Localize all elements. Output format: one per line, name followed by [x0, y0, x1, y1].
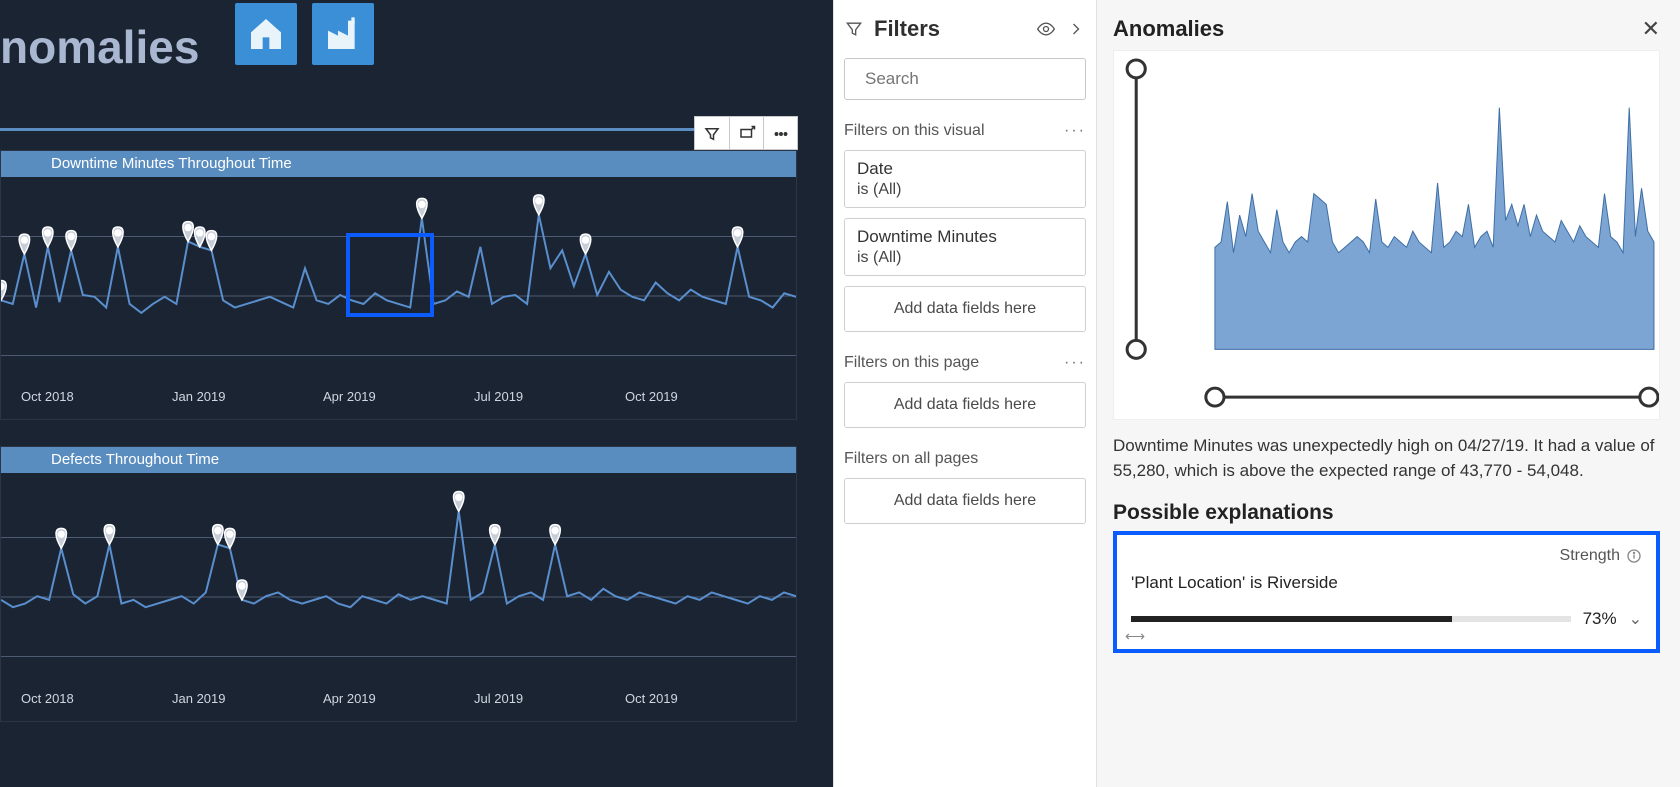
filter-icon: [703, 125, 721, 143]
filter-card-downtime[interactable]: Downtime Minutes is (All): [844, 218, 1086, 276]
axis-label: Oct 2018: [21, 389, 172, 409]
chart-title: Defects Throughout Time: [1, 447, 796, 473]
strength-label: Strength: [1560, 547, 1620, 565]
more-options-button[interactable]: [763, 117, 797, 151]
anomalies-title: Anomalies: [1113, 16, 1224, 42]
eye-icon[interactable]: [1036, 19, 1056, 39]
strength-percent: 73%: [1583, 609, 1617, 629]
section-text: Filters on this visual: [844, 122, 985, 140]
visual-filter-button[interactable]: [695, 117, 729, 151]
axis-label: Apr 2019: [323, 691, 474, 711]
anomalies-mini-chart[interactable]: [1113, 50, 1660, 420]
home-icon: [246, 14, 286, 54]
axis-label: Oct 2018: [21, 691, 172, 711]
collapse-icon[interactable]: [1066, 19, 1086, 39]
section-menu[interactable]: ···: [1064, 354, 1086, 372]
filters-title: Filters: [874, 16, 1026, 42]
anomaly-summary-text: Downtime Minutes was unexpectedly high o…: [1113, 434, 1660, 483]
chart-area[interactable]: Oct 2018 Jan 2019 Apr 2019 Jul 2019 Oct …: [1, 177, 796, 419]
report-canvas: nomalies Downtime Minutes Throughout Tim…: [0, 0, 833, 787]
filters-search[interactable]: [844, 58, 1086, 100]
explanation-card[interactable]: Strength 'Plant Location' is Riverside 7…: [1113, 531, 1660, 653]
filters-header: Filters: [844, 16, 1086, 42]
chart-title: Downtime Minutes Throughout Time: [1, 151, 796, 177]
add-field-all[interactable]: Add data fields here: [844, 478, 1086, 524]
chart-area[interactable]: Oct 2018 Jan 2019 Apr 2019 Jul 2019 Oct …: [1, 473, 796, 721]
factory-icon: [323, 14, 363, 54]
defects-chart-card[interactable]: Defects Throughout Time Oct 201: [0, 446, 797, 722]
anomaly-highlight-box: [346, 233, 434, 317]
filters-on-page-label: Filters on this page ···: [844, 354, 1086, 372]
anomalies-panel: Anomalies ✕ Downtime Minutes was unexpec…: [1097, 0, 1680, 787]
axis-label: Jan 2019: [172, 389, 323, 409]
anomalies-header: Anomalies ✕: [1113, 16, 1660, 42]
filter-card-date[interactable]: Date is (All): [844, 150, 1086, 208]
scrub-icon: ⟷: [1125, 628, 1145, 645]
section-menu[interactable]: ···: [1064, 122, 1086, 140]
filter-value: is (All): [857, 181, 1073, 199]
visual-toolbar: [694, 116, 798, 150]
add-field-visual[interactable]: Add data fields here: [844, 286, 1086, 332]
axis-label: Oct 2019: [625, 389, 776, 409]
section-text: Filters on this page: [844, 354, 979, 372]
focus-mode-button[interactable]: [729, 117, 763, 151]
filter-name: Downtime Minutes: [857, 227, 1073, 247]
downtime-chart-card[interactable]: Downtime Minutes Throughout Time: [0, 150, 797, 420]
expand-icon[interactable]: ⌄: [1629, 609, 1642, 629]
filters-on-all-label: Filters on all pages: [844, 450, 1086, 468]
axis-label: Jul 2019: [474, 389, 625, 409]
filters-panel: Filters Filters on this visual ··· Date …: [833, 0, 1097, 787]
filters-on-visual-label: Filters on this visual ···: [844, 122, 1086, 140]
focus-icon: [738, 125, 756, 143]
info-icon[interactable]: [1626, 548, 1642, 564]
close-button[interactable]: ✕: [1642, 16, 1660, 42]
nav-home-button[interactable]: [235, 3, 297, 65]
axis-label: Jul 2019: [474, 691, 625, 711]
divider: [0, 128, 797, 131]
section-text: Filters on all pages: [844, 450, 978, 468]
axis-label: Apr 2019: [323, 389, 474, 409]
page-title: nomalies: [0, 20, 199, 74]
area-chart: [1114, 51, 1659, 419]
filter-value: is (All): [857, 249, 1073, 267]
filters-search-input[interactable]: [865, 69, 1086, 89]
ellipsis-icon: [772, 125, 790, 143]
explanation-text: 'Plant Location' is Riverside: [1131, 573, 1642, 593]
filter-icon: [844, 19, 864, 39]
filter-name: Date: [857, 159, 1073, 179]
line-chart: [1, 473, 796, 721]
possible-explanations-heading: Possible explanations: [1113, 501, 1660, 525]
x-axis-labels: Oct 2018 Jan 2019 Apr 2019 Jul 2019 Oct …: [1, 389, 796, 409]
axis-label: Jan 2019: [172, 691, 323, 711]
strength-bar: [1131, 616, 1571, 622]
axis-label: Oct 2019: [625, 691, 776, 711]
x-axis-labels: Oct 2018 Jan 2019 Apr 2019 Jul 2019 Oct …: [1, 691, 796, 711]
nav-factory-button[interactable]: [312, 3, 374, 65]
add-field-page[interactable]: Add data fields here: [844, 382, 1086, 428]
